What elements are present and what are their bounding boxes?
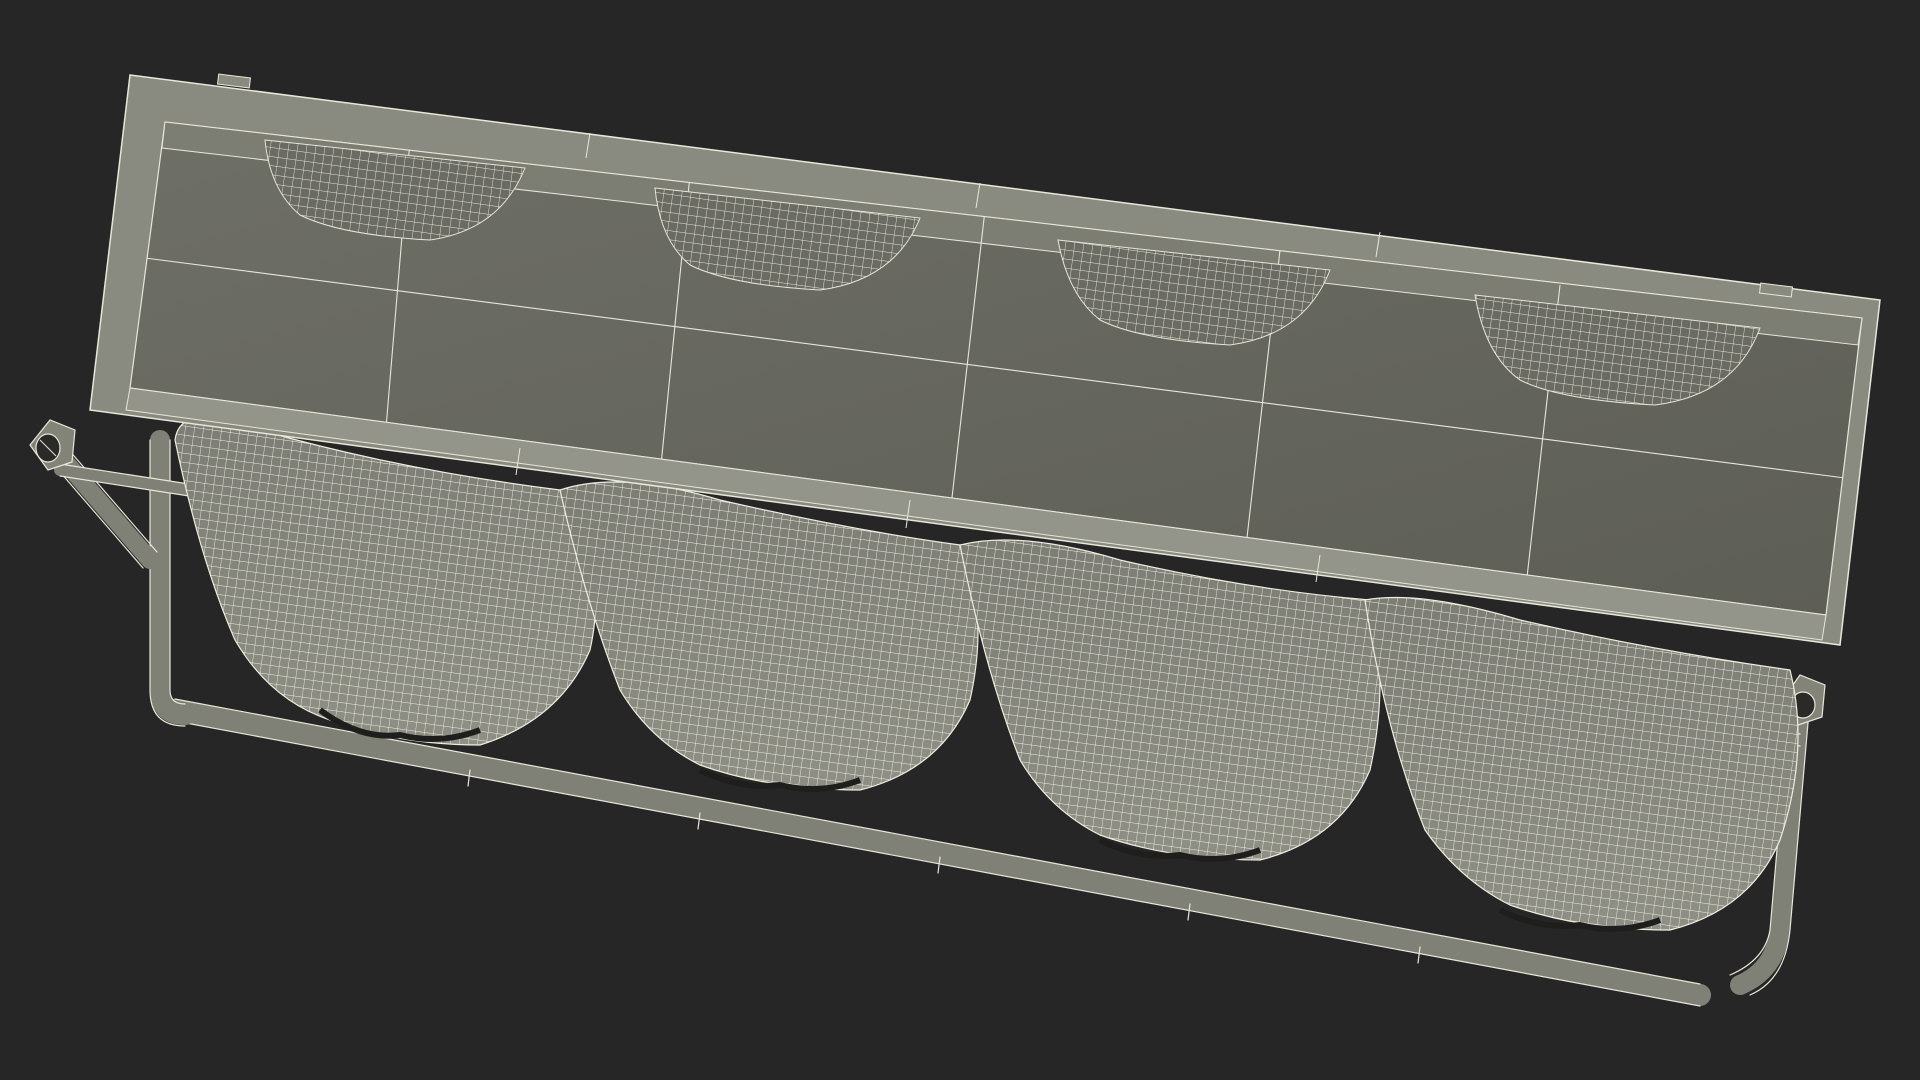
wireframe-render (29, 73, 1881, 1007)
left-valve (29, 419, 76, 471)
bag-2 (559, 481, 979, 792)
bag-4 (1364, 596, 1799, 932)
bag-3 (959, 539, 1381, 862)
render-viewport (0, 0, 1920, 1080)
